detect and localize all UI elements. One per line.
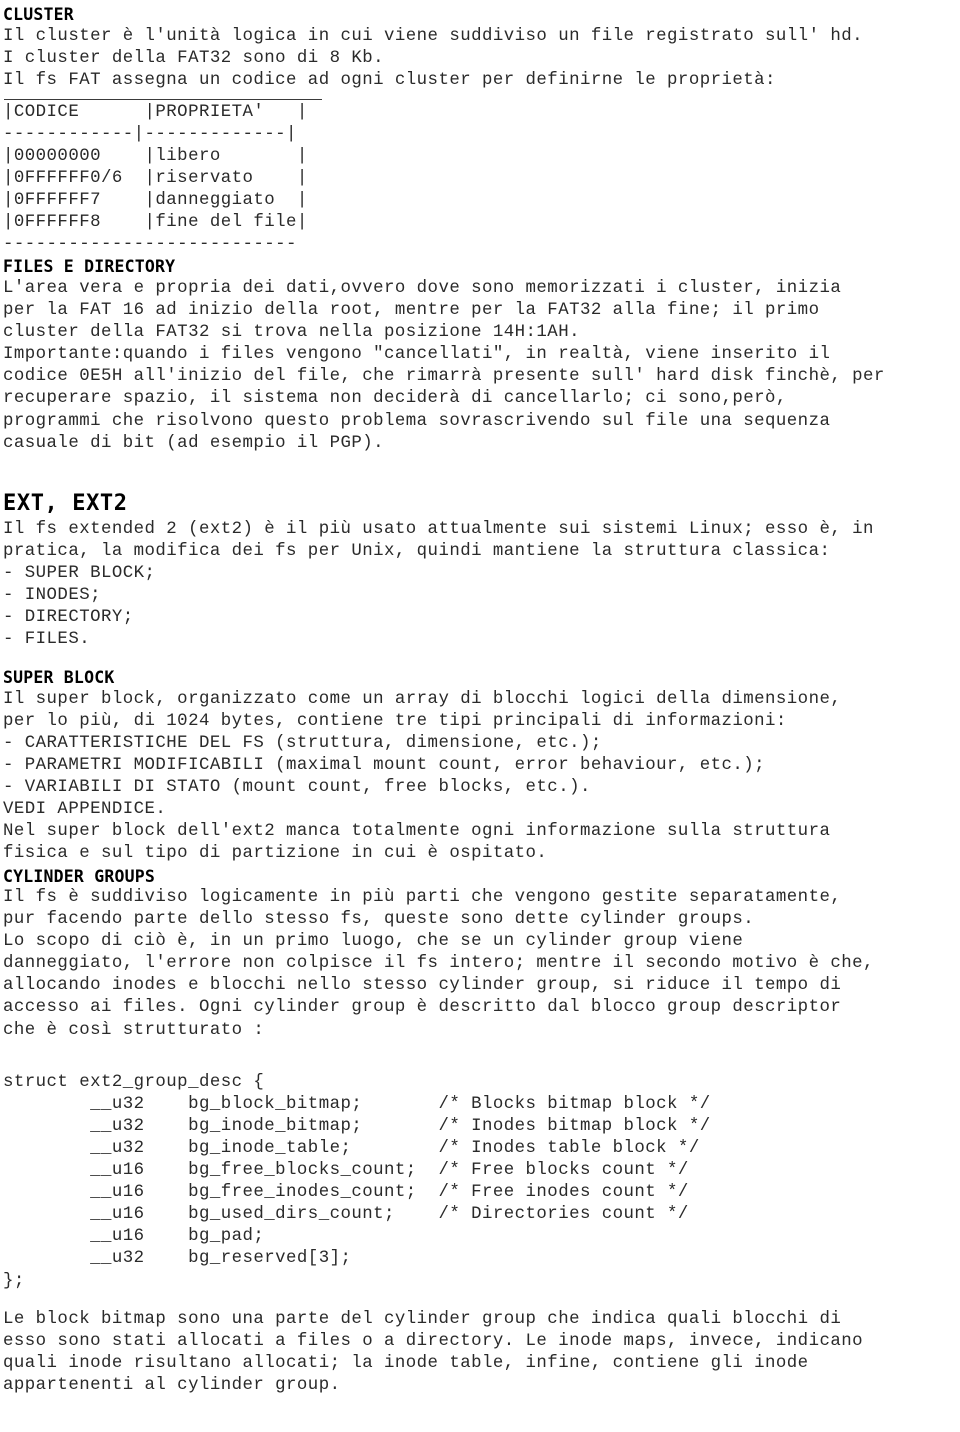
cylinder-line-2: pur facendo parte dello stesso fs, quest… [3,910,755,930]
bitmaps-line-4: appartenenti al cylinder group. [3,1375,341,1395]
struct-field-bg-free-inodes-count: __u16 bg_free_inodes_count; /* Free inod… [3,1183,689,1203]
struct-open-line: struct ext2_group_desc { [3,1072,265,1092]
ext-bullet-inodes: - INODES; [3,585,101,605]
table-row: |00000000 |libero | [3,146,308,166]
struct-close-line: }; [3,1271,25,1291]
ext-line-2: pratica, la modifica dei fs per Unix, qu… [3,541,831,561]
files-line-4: Importante:quando i files vengono "cance… [3,345,831,365]
cylinder-line-7: che è così strutturato : [3,1020,265,1040]
cylinder-line-5: allocando inodes e blocchi nello stesso … [3,976,842,996]
heading-files-e-directory: FILES E DIRECTORY [3,257,176,277]
files-line-2: per la FAT 16 ad inizio della root, ment… [3,301,820,321]
struct-field-bg-free-blocks-count: __u16 bg_free_blocks_count; /* Free bloc… [3,1161,689,1181]
struct-field-bg-inode-table: __u32 bg_inode_table; /* Inodes table bl… [3,1138,700,1158]
struct-field-bg-inode-bitmap: __u32 bg_inode_bitmap; /* Inodes bitmap … [3,1116,711,1136]
files-line-6: recuperare spazio, il sistema non decide… [3,389,787,409]
table-row: |0FFFFFF0/6 |riservato | [3,169,308,189]
ext-bullet-files: - FILES. [3,630,91,650]
heading-cluster: CLUSTER [3,5,74,24]
files-line-5: codice 0E5H all'inizio del file, che rim… [3,367,885,387]
cylinder-line-6: accesso ai files. Ogni cylinder group è … [3,998,842,1018]
struct-field-bg-used-dirs-count: __u16 bg_used_dirs_count; /* Directories… [3,1205,689,1225]
superblock-bullet-caratteristiche: - CARATTERISTICHE DEL FS (struttura, dim… [3,733,602,753]
bitmaps-line-3: quali inode risultano allocati; la inode… [3,1353,809,1373]
files-line-7: programmi che risolvono questo problema … [3,411,831,431]
cylinder-line-4: danneggiato, l'errore non colpisce il fs… [3,954,874,974]
cylinder-line-3: Lo scopo di ciò è, in un primo luogo, ch… [3,932,744,952]
bitmaps-line-2: esso sono stati allocati a files o a dir… [3,1331,864,1351]
superblock-bullet-variabili: - VARIABILI DI STATO (mount count, free … [3,778,591,798]
cylinder-line-1: Il fs è suddiviso logicamente in più par… [3,888,842,907]
table-header-row: |CODICE |PROPRIETA' | [3,102,308,122]
superblock-line-1: Il super block, organizzato come un arra… [3,689,842,709]
files-line-1: L'area vera e propria dei dati,ovvero do… [3,278,842,298]
struct-field-bg-block-bitmap: __u32 bg_block_bitmap; /* Blocks bitmap … [3,1094,711,1114]
table-bottom-rule: --------------------------- [3,235,297,255]
struct-field-bg-reserved: __u32 bg_reserved[3]; [3,1249,352,1269]
ext-line-1: Il fs extended 2 (ext2) è il più usato a… [3,519,874,539]
ext-bullet-super-block: - SUPER BLOCK; [3,563,156,583]
table-row: |0FFFFFF7 |danneggiato | [3,191,308,211]
ext-bullet-directory: - DIRECTORY; [3,608,134,628]
table-divider-row: ------------|-------------| [3,124,297,144]
struct-field-bg-pad: __u16 bg_pad; [3,1227,265,1247]
heading-ext-ext2: EXT, EXT2 [3,490,128,516]
superblock-line-2: per lo più, di 1024 bytes, contiene tre … [3,711,787,731]
document-page: CLUSTER Il cluster è l'unità logica in c… [0,0,960,1432]
superblock-bullet-parametri: - PARAMETRI MODIFICABILI (maximal mount … [3,756,766,776]
files-line-3: cluster della FAT32 si trova nella posiz… [3,323,580,343]
cluster-line-1: Il cluster è l'unità logica in cui viene… [3,26,864,46]
table-top-rule [4,98,322,100]
heading-cylinder-groups: CYLINDER GROUPS [3,866,156,886]
cluster-line-3: Il fs FAT assegna un codice ad ogni clus… [3,70,776,90]
cluster-line-2: I cluster della FAT32 sono di 8 Kb. [3,48,385,68]
superblock-line-7: Nel super block dell'ext2 manca totalmen… [3,822,831,842]
files-line-8: casuale di bit (ad esempio il PGP). [3,433,385,453]
superblock-vedi-appendice: VEDI APPENDICE. [3,800,167,820]
heading-super-block: SUPER BLOCK [3,668,115,688]
table-row: |0FFFFFF8 |fine del file| [3,213,308,233]
superblock-line-8: fisica e sul tipo di partizione in cui è… [3,844,548,864]
bitmaps-line-1: Le block bitmap sono una parte del cylin… [3,1309,842,1329]
